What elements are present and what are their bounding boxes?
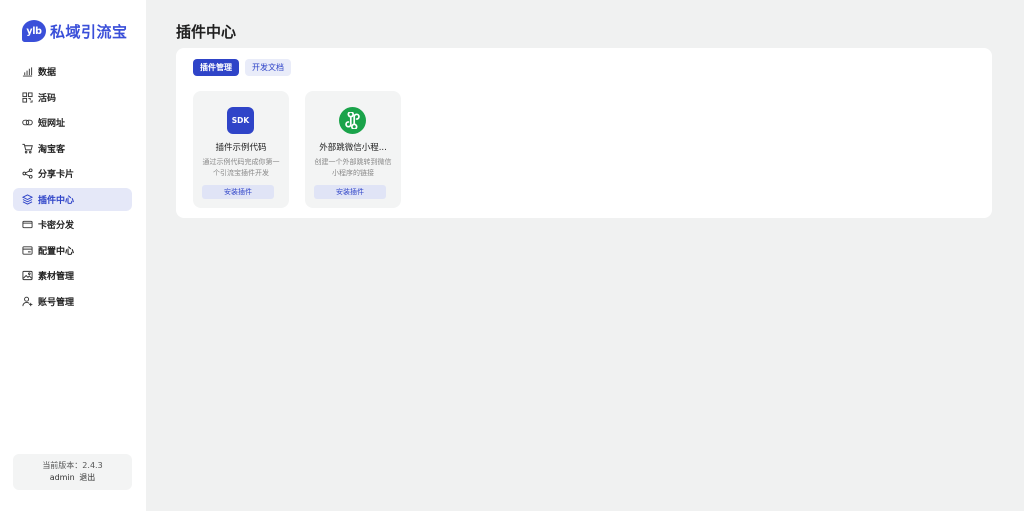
share-icon	[22, 168, 33, 179]
plugin-panel: 插件管理 开发文档 SDK 插件示例代码 通过示例代码完成你第一个引流宝插件开发…	[176, 48, 992, 218]
tab-plugin-management[interactable]: 插件管理	[193, 59, 239, 76]
brand[interactable]: ylb 私域引流宝	[22, 20, 128, 42]
image-icon	[22, 270, 33, 281]
plugin-card-title: 插件示例代码	[215, 143, 267, 153]
cart-icon	[22, 143, 33, 154]
sidebar-item-share-card[interactable]: 分享卡片	[13, 162, 132, 185]
current-user: admin	[49, 473, 75, 482]
brand-logo: ylb	[22, 20, 46, 42]
sidebar-item-data[interactable]: 数据	[13, 60, 132, 83]
version-text: 当前版本：2.4.3	[42, 461, 103, 470]
sidebar: ylb 私域引流宝 数据 活码 短网址 淘宝客 分享卡片 插件中心 卡密分发 配…	[0, 0, 146, 511]
bar-chart-icon	[22, 66, 33, 77]
sidebar-item-label: 配置中心	[38, 246, 75, 257]
sidebar-item-config-center[interactable]: 配置中心	[13, 239, 132, 262]
link-icon	[22, 117, 33, 128]
config-icon	[22, 245, 33, 256]
sidebar-item-label: 分享卡片	[38, 170, 75, 180]
plugin-card-title: 外部跳微信小程...	[319, 143, 387, 153]
plugin-card-mini-program[interactable]: 外部跳微信小程... 创建一个外部跳转到微信小程序的链接 安装插件	[305, 91, 401, 208]
sidebar-item-live-code[interactable]: 活码	[13, 86, 132, 109]
sidebar-item-label: 淘宝客	[38, 144, 66, 155]
sidebar-item-label: 数据	[38, 68, 57, 78]
user-add-icon	[22, 296, 33, 307]
version-info: 当前版本：2.4.3 admin 退出	[13, 454, 132, 490]
plugin-card-desc: 创建一个外部跳转到微信小程序的链接	[314, 158, 392, 177]
page-title: 插件中心	[176, 23, 237, 41]
sidebar-item-short-url[interactable]: 短网址	[13, 111, 132, 134]
plugin-card-desc: 通过示例代码完成你第一个引流宝插件开发	[202, 158, 280, 177]
logout-link[interactable]: 退出	[79, 473, 95, 482]
install-plugin-button[interactable]: 安装插件	[202, 185, 274, 199]
sidebar-item-materials[interactable]: 素材管理	[13, 264, 132, 287]
sidebar-item-plugin-center[interactable]: 插件中心	[13, 187, 132, 211]
tab-dev-docs[interactable]: 开发文档	[245, 59, 291, 76]
plugin-card-sdk[interactable]: SDK 插件示例代码 通过示例代码完成你第一个引流宝插件开发 安装插件	[193, 91, 289, 208]
sidebar-item-accounts[interactable]: 账号管理	[13, 290, 132, 313]
sidebar-item-label: 卡密分发	[38, 221, 75, 231]
mini-program-icon	[339, 107, 366, 134]
layers-icon	[22, 193, 33, 205]
sidebar-item-label: 短网址	[38, 119, 66, 129]
plugin-cards: SDK 插件示例代码 通过示例代码完成你第一个引流宝插件开发 安装插件 外部跳微…	[193, 91, 417, 208]
sidebar-nav: 数据 活码 短网址 淘宝客 分享卡片 插件中心 卡密分发 配置中心 素材管理 账…	[13, 60, 132, 315]
sdk-icon: SDK	[227, 107, 254, 134]
qr-code-icon	[22, 91, 33, 103]
main-content: 插件中心 插件管理 开发文档 SDK 插件示例代码 通过示例代码完成你第一个引流…	[146, 0, 1024, 511]
brand-name: 私域引流宝	[50, 22, 128, 41]
sidebar-item-label: 账号管理	[38, 297, 75, 308]
sidebar-item-label: 插件中心	[38, 195, 75, 206]
sidebar-item-card-key[interactable]: 卡密分发	[13, 213, 132, 236]
sidebar-item-label: 活码	[38, 93, 57, 104]
sidebar-item-taobaoke[interactable]: 淘宝客	[13, 137, 132, 160]
sidebar-item-label: 素材管理	[38, 272, 75, 282]
card-icon	[22, 219, 33, 230]
tab-bar: 插件管理 开发文档	[193, 59, 297, 76]
install-plugin-button[interactable]: 安装插件	[314, 185, 386, 199]
